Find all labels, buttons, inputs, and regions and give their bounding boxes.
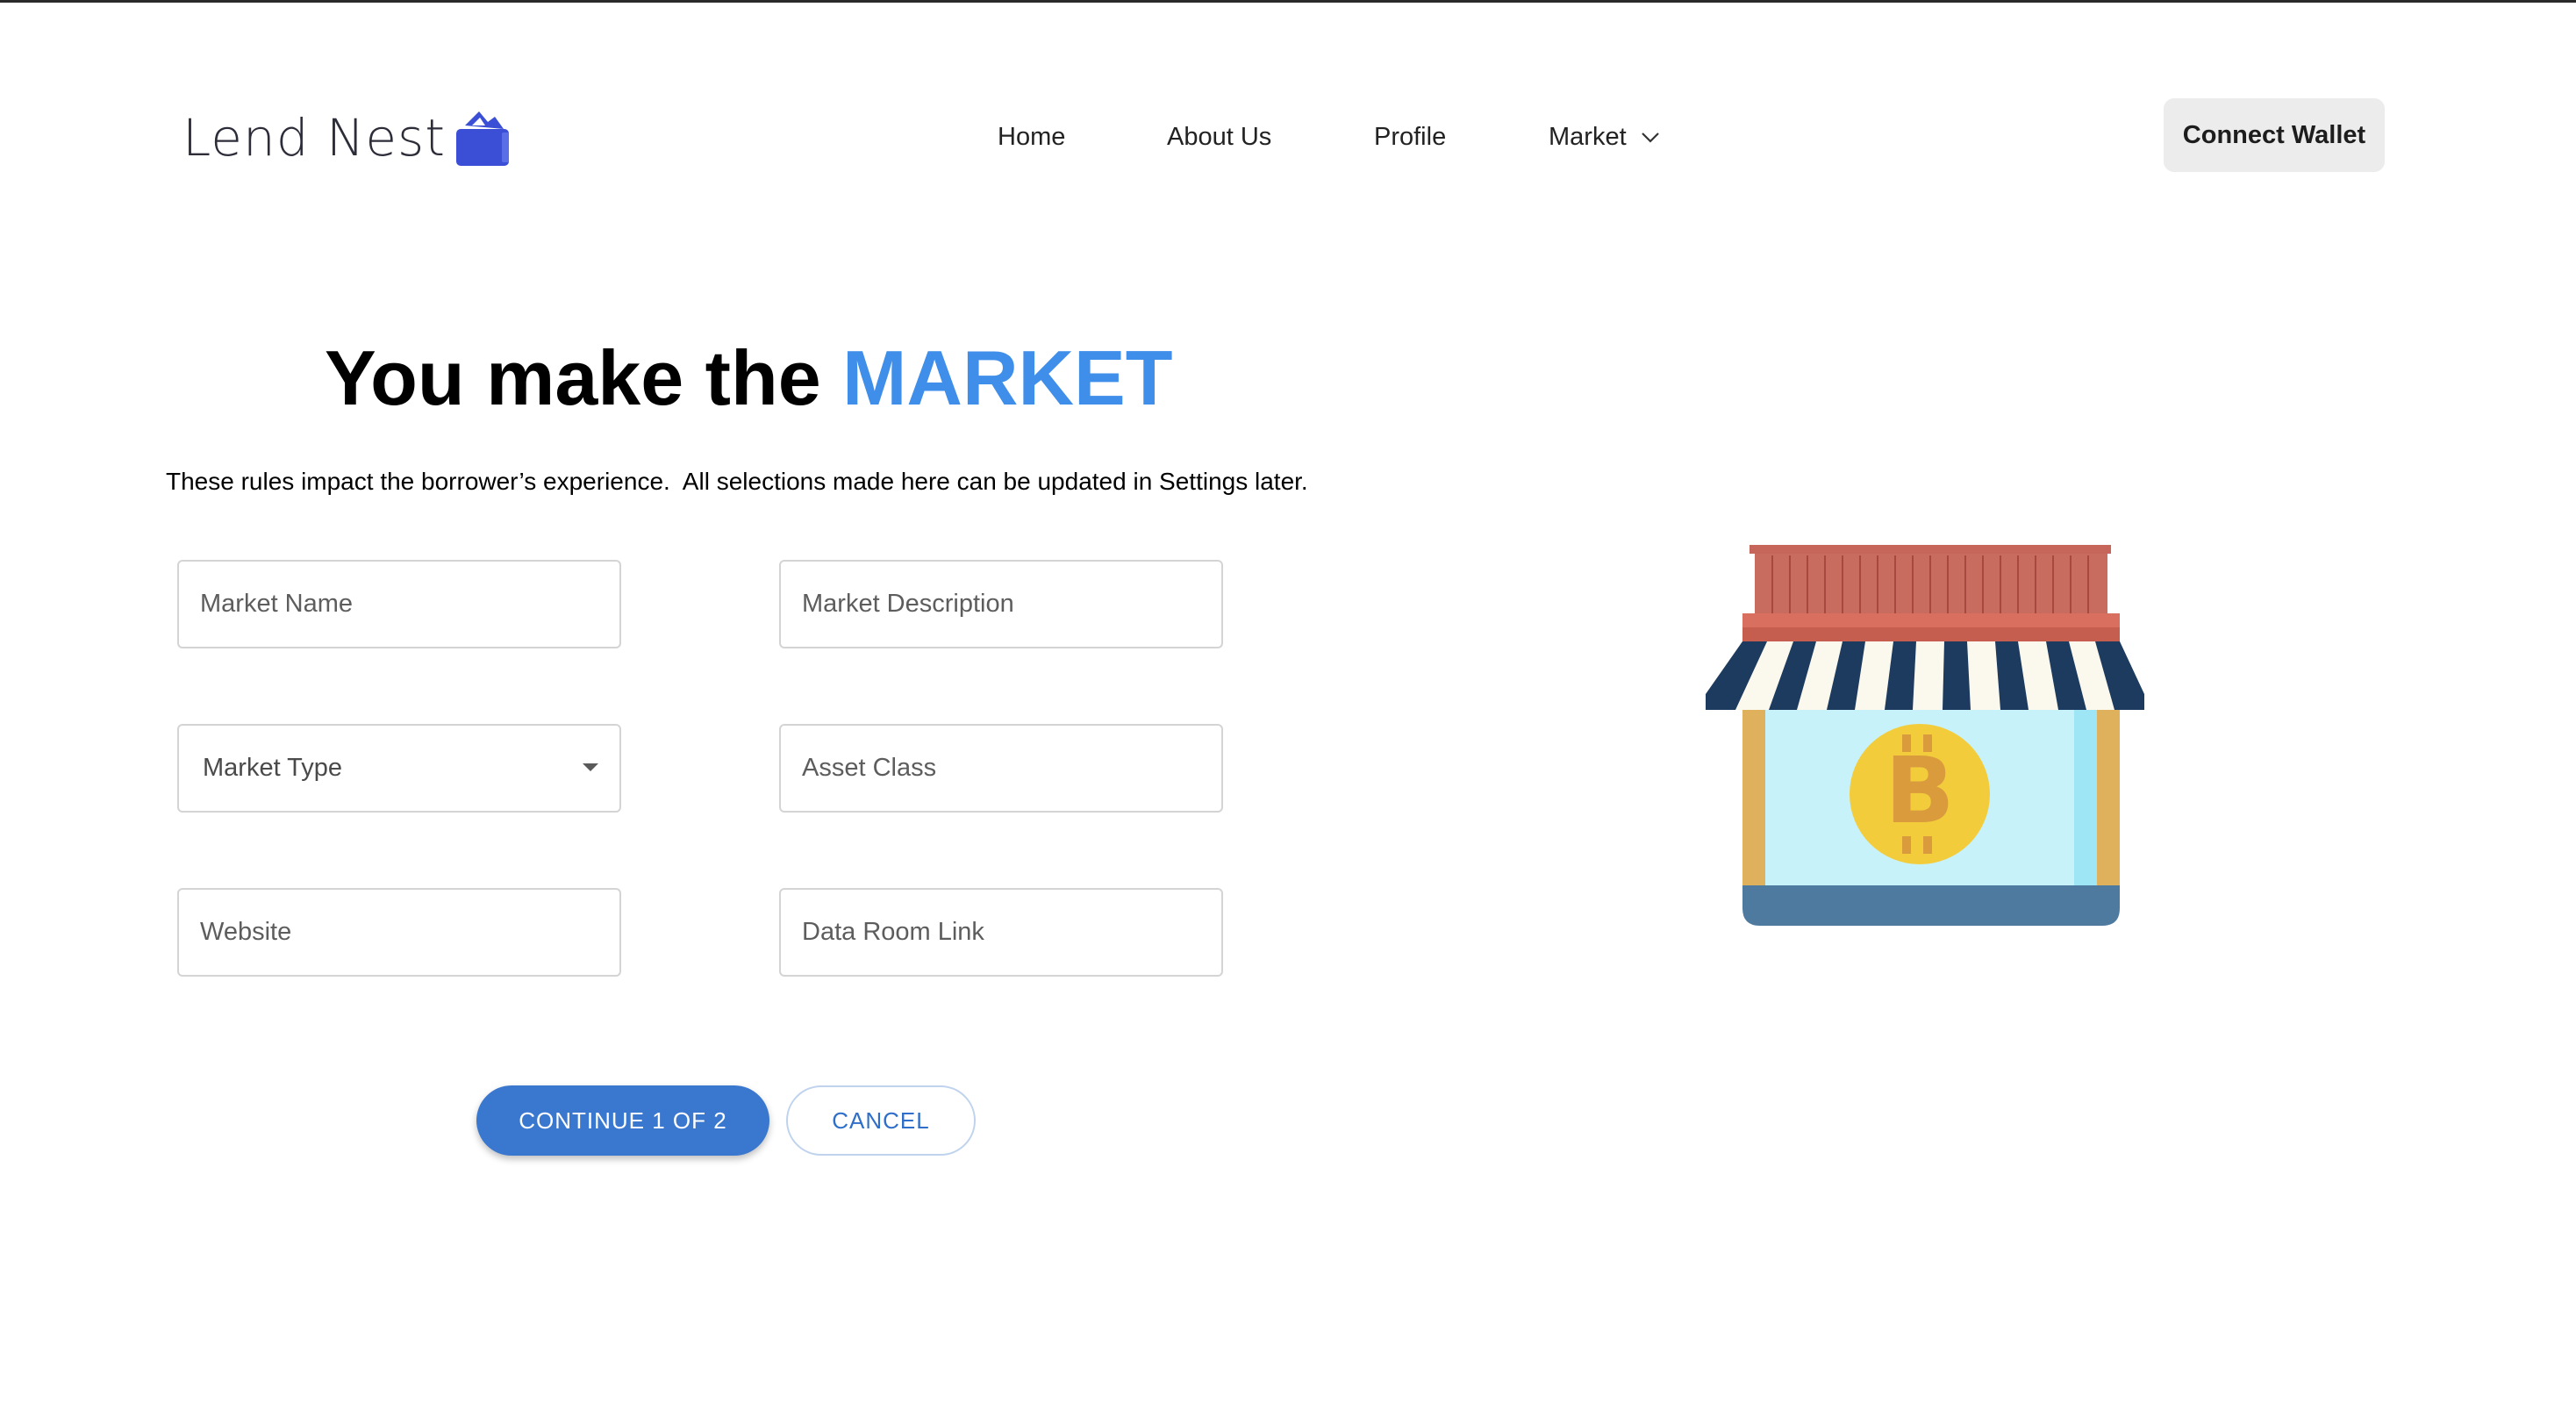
caret-down-icon bbox=[583, 763, 598, 771]
data-room-link-field bbox=[779, 888, 1223, 977]
nav-about-us[interactable]: About Us bbox=[1167, 111, 1271, 163]
svg-text:B: B bbox=[1885, 737, 1954, 844]
page-title-accent: MARKET bbox=[842, 334, 1173, 421]
nav-market-label: Market bbox=[1549, 123, 1627, 151]
website-input[interactable] bbox=[179, 890, 619, 975]
continue-button[interactable]: CONTINUE 1 OF 2 bbox=[476, 1085, 769, 1156]
market-name-field bbox=[177, 560, 621, 648]
market-type-value: Market Type bbox=[203, 754, 343, 782]
cancel-button[interactable]: CANCEL bbox=[786, 1085, 976, 1156]
market-name-input[interactable] bbox=[179, 562, 619, 647]
chevron-down-icon bbox=[1641, 132, 1659, 143]
market-type-select[interactable]: Market Type bbox=[177, 724, 621, 813]
nav-profile[interactable]: Profile bbox=[1374, 111, 1446, 163]
asset-class-field bbox=[779, 724, 1223, 813]
website-field bbox=[177, 888, 621, 977]
market-description-input[interactable] bbox=[781, 562, 1221, 647]
data-room-link-input[interactable] bbox=[781, 890, 1221, 975]
asset-class-input[interactable] bbox=[781, 726, 1221, 811]
market-description-field bbox=[779, 560, 1223, 648]
page-subtitle: These rules impact the borrower’s experi… bbox=[166, 468, 1308, 495]
top-border bbox=[0, 0, 2576, 3]
nav-home[interactable]: Home bbox=[998, 111, 1065, 163]
bitcoin-shop-icon: B bbox=[1706, 545, 2144, 926]
nav-market-dropdown[interactable]: Market bbox=[1549, 111, 1662, 163]
connect-wallet-button[interactable]: Connect Wallet bbox=[2164, 98, 2385, 172]
page-title: You make the MARKET bbox=[325, 333, 1173, 423]
page-title-prefix: You make the bbox=[325, 334, 843, 421]
